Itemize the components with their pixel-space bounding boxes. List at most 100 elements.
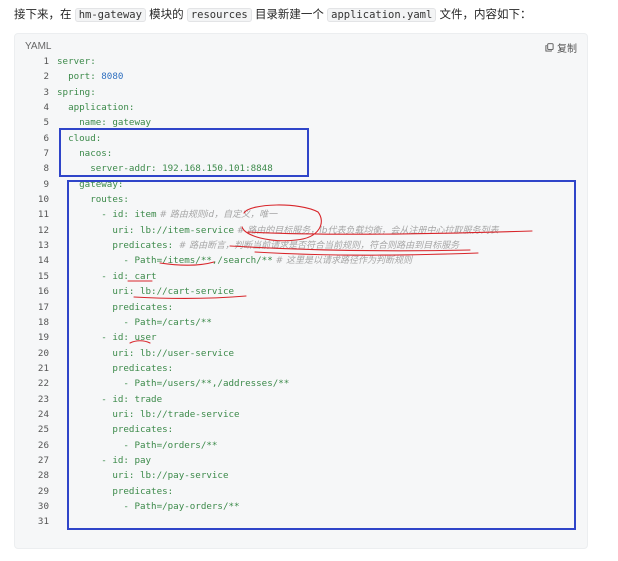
line-number: 19 [37, 332, 49, 344]
line-number: 1 [43, 56, 49, 67]
line-text: - id: cart [57, 269, 157, 284]
line-number: 3 [43, 86, 49, 98]
yaml-value: lb://cart-service [139, 286, 235, 298]
line-text: port: 8080 [57, 69, 123, 84]
yaml-key: gateway: [57, 178, 124, 190]
intro-part-1: 接下来，在 [14, 9, 72, 21]
code-line: 28 uri: lb://pay-service [15, 468, 587, 483]
line-number: 20 [37, 347, 49, 359]
code-line: 18 - Path=/carts/** [15, 315, 587, 330]
code-line: 17 predicates: [15, 300, 587, 315]
yaml-comment: # 这里是以请求路径作为判断规则 [272, 256, 413, 267]
code-line: 16 uri: lb://cart-service [15, 284, 587, 299]
code-language-label: YAML [25, 41, 52, 52]
line-text: server: [57, 54, 96, 69]
line-number: 21 [37, 362, 49, 374]
line-text: predicates: [57, 422, 173, 437]
line-number: 15 [37, 270, 49, 282]
code-line: 8 server-addr: 192.168.150.101:8848 [15, 161, 587, 176]
copy-icon [545, 43, 554, 52]
yaml-key: port: [57, 71, 102, 83]
yaml-value: Path=/orders/** [134, 439, 218, 451]
inline-code-file: application.yaml [327, 8, 437, 22]
code-line: 12 uri: lb://item-service # 路由的目标服务，lb代表… [15, 223, 587, 238]
line-text: server-addr: 192.168.150.101:8848 [57, 161, 273, 176]
yaml-key: uri: [57, 470, 140, 482]
line-number: 27 [37, 454, 49, 466]
yaml-comment: # 路由规则id，自定义，唯一 [156, 210, 278, 221]
yaml-key: application: [57, 102, 135, 114]
yaml-key: predicates: [57, 362, 174, 374]
yaml-key: uri: [57, 347, 140, 359]
intro-part-2: 模块的 [149, 9, 184, 21]
line-text: uri: lb://cart-service [57, 284, 234, 299]
yaml-key: predicates: [57, 424, 174, 436]
line-text: - id: trade [57, 392, 162, 407]
code-lines: 1 server: 2 port: 8080 3 spring: 4 applicatio… [15, 54, 587, 530]
yaml-key: nacos: [57, 148, 113, 160]
yaml-key: uri: [57, 408, 140, 420]
code-line: 10 routes: [15, 192, 587, 207]
yaml-value: lb://item-service [139, 224, 235, 236]
line-text: predicates: [57, 361, 173, 376]
yaml-key: predicates: [57, 301, 174, 313]
yaml-value: trade [134, 393, 163, 405]
line-text: - id: user [57, 330, 157, 345]
line-number: 24 [37, 408, 49, 420]
code-line: 23 - id: trade [15, 392, 587, 407]
code-line: 21 predicates: [15, 361, 587, 376]
line-number: 4 [43, 102, 49, 114]
line-text: cloud: [57, 131, 101, 146]
yaml-key: name: [57, 117, 113, 129]
yaml-key: - [57, 316, 135, 328]
line-text: predicates: [57, 300, 173, 315]
yaml-key: - id: [57, 393, 135, 405]
line-number: 25 [37, 424, 49, 436]
code-line: 11 - id: item # 路由规则id，自定义，唯一 [15, 207, 587, 222]
yaml-comment: # 路由的目标服务，lb代表负载均衡，会从注册中心拉取服务列表 [234, 225, 499, 236]
yaml-value: user [134, 332, 157, 344]
code-line: 20 uri: lb://user-service [15, 346, 587, 361]
code-line: 9 gateway: [15, 177, 587, 192]
line-text: routes: [57, 192, 129, 207]
code-line: 6 cloud: [15, 131, 587, 146]
line-text: uri: lb://trade-service [57, 407, 239, 422]
code-line: 25 predicates: [15, 422, 587, 437]
code-line: 13 predicates: # 路由断言，判断当前请求是否符合当前规则，符合则… [15, 238, 587, 253]
code-line: 15 - id: cart [15, 269, 587, 284]
line-text: gateway: [57, 177, 123, 192]
yaml-value: item [134, 209, 157, 221]
inline-code-folder: resources [186, 8, 252, 22]
code-line: 1 server: [15, 54, 587, 69]
yaml-value: Path=/pay-orders/** [134, 500, 240, 512]
yaml-key: uri: [57, 286, 140, 298]
yaml-key: - id: [57, 454, 135, 466]
line-text: - Path=/orders/** [57, 438, 217, 453]
code-line: 7 nacos: [15, 146, 587, 161]
line-text: predicates: # 路由断言，判断当前请求是否符合当前规则，符合则路由到… [57, 238, 459, 254]
yaml-value: cart [134, 270, 157, 282]
line-number: 14 [37, 255, 49, 267]
line-text: - Path=/pay-orders/** [57, 499, 240, 514]
line-number: 28 [37, 470, 49, 482]
yaml-value: Path=/carts/** [134, 316, 212, 328]
yaml-value: Path=/items/**,/search/** [134, 255, 273, 267]
line-number: 12 [37, 224, 49, 236]
line-text: predicates: [57, 484, 173, 499]
copy-button[interactable]: 复制 [545, 40, 577, 55]
code-line: 31 [15, 514, 587, 529]
intro-part-4: 文件，内容如下： [439, 9, 532, 21]
line-number: 30 [37, 500, 49, 512]
yaml-key: server-addr: [57, 163, 163, 175]
line-text: nacos: [57, 146, 112, 161]
yaml-value: lb://user-service [139, 347, 235, 359]
yaml-key: - [57, 255, 135, 267]
yaml-key: predicates: [57, 485, 174, 497]
line-text: - Path=/items/**,/search/** # 这里是以请求路径作为… [57, 253, 412, 269]
line-number: 2 [43, 71, 49, 83]
code-line: 3 spring: [15, 85, 587, 100]
line-text: uri: lb://user-service [57, 346, 234, 361]
code-block: YAML 复制 1 server: 2 port: 8080 3 spring: 4 ap… [14, 33, 588, 549]
line-text: application: [57, 100, 134, 115]
code-line: 2 port: 8080 [15, 69, 587, 84]
